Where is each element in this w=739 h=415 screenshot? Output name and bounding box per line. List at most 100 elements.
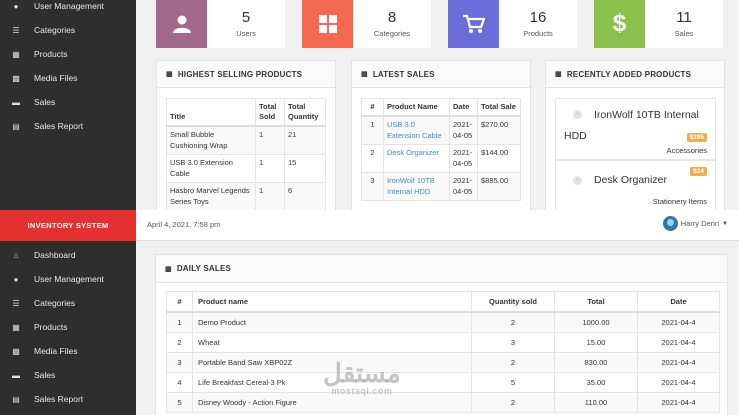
- sales-icon: ▬: [12, 370, 20, 380]
- product-link[interactable]: Desk Organizer: [383, 144, 450, 173]
- sidebar-item-dashboard[interactable]: ⌂ Dashboard: [0, 243, 136, 267]
- stat-products[interactable]: 16 Products: [448, 0, 577, 48]
- table-row: Hasbro Marvel Legends Series Toys 1 6: [166, 182, 326, 210]
- sidebar-item-media-files[interactable]: ▩ Media Files: [0, 339, 136, 363]
- panel-title: LATEST SALES: [372, 69, 435, 79]
- chevron-down-icon: ▼: [722, 220, 728, 227]
- cell: 21: [284, 125, 326, 155]
- cell: 6: [284, 182, 326, 210]
- cell: 3: [471, 332, 555, 353]
- categories-icon: ☰: [12, 298, 20, 308]
- column-header: Date: [637, 291, 720, 313]
- recent-product-item[interactable]: − Desk Organizer $24 Stationery Items: [555, 160, 716, 210]
- current-datetime: April 4, 2021, 7:58 pm: [147, 220, 221, 229]
- cell: $885.00: [477, 172, 521, 201]
- cell: $270.00: [477, 115, 521, 145]
- sidebar-item-sales-report[interactable]: ▤ Sales Report: [0, 114, 136, 138]
- watermark-latin: mostaql.com: [331, 386, 393, 396]
- column-header: Date: [449, 98, 478, 117]
- cell: 1: [361, 115, 384, 145]
- stat-users[interactable]: 5 Users: [156, 0, 285, 48]
- product-link[interactable]: USB 3.0 Extension Cable: [383, 115, 450, 145]
- recent-product-item[interactable]: − IronWolf 10TB Internal HDD $295 Access…: [555, 98, 716, 160]
- panel-header: ▦ RECENTLY ADDED PRODUCTS: [546, 61, 724, 88]
- column-header: Quantity sold: [471, 291, 555, 313]
- panel-title: DAILY SALES: [176, 264, 232, 273]
- cell: 110.00: [554, 392, 638, 413]
- sidebar-item-sales[interactable]: ▬ Sales: [0, 363, 136, 387]
- stat-label: Sales: [674, 29, 694, 38]
- table-row: Small Bubble Cushioning Wrap 1 21: [166, 125, 326, 155]
- product-category: Accessories: [666, 146, 707, 155]
- cell: 2021-04-4: [637, 352, 720, 373]
- table-row: 3 IronWolf 10TB Internal HDD 2021-04-05 $88…: [361, 172, 521, 201]
- grid-icon: ▦: [166, 71, 173, 78]
- top-header-bar: April 4, 2021, 7:58 pm Harry Denn ▼: [136, 210, 739, 241]
- stat-categories[interactable]: 8 Categories: [302, 0, 431, 48]
- table-row: 1 USB 3.0 Extension Cable 2021-04-05 $270.0…: [361, 115, 521, 145]
- product-link[interactable]: IronWolf 10TB Internal HDD: [383, 172, 450, 201]
- user-icon: [156, 0, 207, 48]
- avatar: [662, 216, 678, 231]
- stat-value: 16: [529, 9, 547, 26]
- sidebar-item-user-management[interactable]: ● User Management: [0, 0, 136, 18]
- highest-selling-panel: ▦ HIGHEST SELLING PRODUCTS Title Total So…: [156, 60, 336, 210]
- sidebar-item-label: User Management: [34, 1, 104, 11]
- product-thumbnail-icon: −: [573, 176, 582, 185]
- sidebar-item-user-management[interactable]: ● User Management: [0, 267, 136, 291]
- sidebar-item-sales[interactable]: ▬ Sales: [0, 90, 136, 114]
- sidebar-item-sales-report[interactable]: ▤ Sales Report: [0, 387, 136, 411]
- cell: 2: [471, 392, 555, 413]
- stat-value: 8: [387, 9, 397, 26]
- brand-logo[interactable]: INVENTORY SYSTEM: [0, 210, 136, 241]
- sidebar-item-label: Products: [34, 49, 68, 59]
- stat-value: 5: [241, 9, 251, 26]
- table-row: 2 Desk Organizer 2021-04-05 $144.00: [361, 144, 521, 173]
- stat-label: Categories: [373, 29, 411, 38]
- product-name: Desk Organizer: [594, 174, 667, 186]
- products-icon: ▦: [12, 322, 20, 332]
- stat-sales[interactable]: $ 11 Sales: [594, 0, 723, 48]
- cell: 3: [361, 172, 384, 201]
- latest-sales-panel: ▦ LATEST SALES # Product Name Date Total …: [351, 60, 531, 210]
- daily-sales-panel: ▦ DAILY SALES # Product name Quantity sol…: [155, 254, 728, 415]
- sidebar-item-products[interactable]: ▦ Products: [0, 42, 136, 66]
- table-row: 1 Demo Product 2 1000.00 2021-04-4: [166, 311, 720, 333]
- sales-icon: ▬: [12, 97, 20, 107]
- cell: Wheat: [192, 332, 472, 353]
- sidebar-item-label: Categories: [34, 25, 76, 35]
- cell: 2021-04-05: [449, 115, 478, 145]
- cell: 35.00: [554, 372, 638, 393]
- sidebar: ⌂ Dashboard ● User Management ☰ Categories …: [0, 241, 136, 415]
- sidebar-item-products[interactable]: ▦ Products: [0, 315, 136, 339]
- highest-selling-table: Title Total Sold Total Quantity Small Bu…: [166, 98, 326, 210]
- cell: 15: [284, 154, 326, 183]
- table-row: 2 Wheat 3 15.00 2021-04-4: [166, 332, 720, 353]
- sidebar-item-label: Media Files: [34, 346, 78, 356]
- categories-icon: ☰: [12, 25, 20, 35]
- cell: $144.00: [477, 144, 521, 173]
- cell: 2021-04-4: [637, 311, 720, 333]
- dollar-icon: $: [594, 0, 645, 48]
- products-icon: ▦: [12, 49, 20, 59]
- grid-icon: ▦: [361, 71, 368, 78]
- sidebar-item-categories[interactable]: ☰ Categories: [0, 18, 136, 42]
- stat-label: Users: [236, 29, 256, 38]
- user-menu[interactable]: Harry Denn ▼: [662, 216, 728, 231]
- sidebar-item-label: User Management: [34, 274, 104, 284]
- watermark-arabic: مستقل: [323, 358, 401, 388]
- user-icon: ●: [13, 274, 19, 284]
- daily-sales-table: # Product name Quantity sold Total Date …: [166, 291, 720, 413]
- image-icon: ▩: [12, 73, 20, 83]
- column-header: Product name: [192, 291, 472, 313]
- sidebar-item-categories[interactable]: ☰ Categories: [0, 291, 136, 315]
- table-row: 5 Disney Woody - Action Figure 2 110.00 2021…: [166, 392, 720, 413]
- column-header: Product Name: [383, 98, 450, 117]
- stat-value: 11: [676, 9, 692, 26]
- cell: 2: [471, 311, 555, 333]
- cell: 2021-04-05: [449, 144, 478, 173]
- latest-sales-table: # Product Name Date Total Sale 1 USB 3.0 …: [361, 98, 521, 201]
- sidebar-item-media-files[interactable]: ▩ Media Files: [0, 66, 136, 90]
- cell: 2: [361, 144, 384, 173]
- panel-title: RECENTLY ADDED PRODUCTS: [566, 69, 692, 79]
